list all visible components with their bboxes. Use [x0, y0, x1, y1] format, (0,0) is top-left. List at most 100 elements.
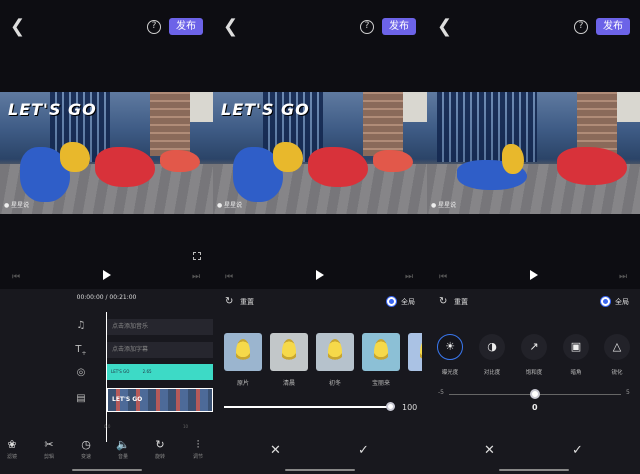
reset-icon[interactable]: ↻ — [225, 296, 233, 308]
global-label[interactable]: 全局 — [615, 297, 629, 307]
red-dragon — [557, 147, 627, 185]
reset-icon[interactable]: ↻ — [439, 296, 447, 308]
play-icon[interactable] — [103, 270, 111, 280]
subtitle-track[interactable]: 点击添加字幕 — [107, 342, 213, 358]
toolbar-adjust[interactable]: ⫶ 调节 — [183, 438, 213, 460]
filter-screen: ❮ ? 发布 LET'S GO ● 星星说 ⏮ ⏭ ↻ 重置 全局 原片 清晨 — [213, 0, 427, 474]
clip-add-icon[interactable]: ▤ — [74, 393, 88, 404]
sticker-icon[interactable]: ◎ — [74, 367, 88, 378]
saturation-icon: ↗ — [521, 334, 547, 360]
filter-item-polaroid[interactable]: 宝丽来 — [362, 333, 400, 387]
filter-item-early-winter[interactable]: 初冬 — [316, 333, 354, 387]
contrast-icon: ◑ — [479, 334, 505, 360]
skip-forward-icon[interactable]: ⏭ — [405, 272, 413, 282]
global-radio[interactable] — [601, 297, 610, 306]
skip-forward-icon[interactable]: ⏭ — [192, 272, 200, 282]
filter-label: 宝丽来 — [371, 380, 390, 387]
home-indicator — [71, 469, 142, 471]
video-watermark: ● 星星说 — [431, 202, 457, 209]
video-preview[interactable]: ● 星星说 — [427, 92, 640, 214]
video-clip-strip[interactable]: LET'S GO — [107, 388, 213, 412]
adjust-label: 曝光度 — [441, 370, 459, 376]
yellow-dragon — [502, 144, 524, 174]
toolbar-filter[interactable]: ❀ 滤镜 — [0, 438, 27, 460]
back-icon[interactable]: ❮ — [437, 17, 453, 37]
cancel-icon[interactable]: ✕ — [270, 444, 281, 458]
ruler-start: 0.0 — [104, 424, 111, 429]
adjust-header-row: ↻ 重置 全局 — [427, 296, 640, 310]
play-icon[interactable] — [530, 270, 538, 280]
toolbar-rotate[interactable]: ↻ 旋转 — [145, 438, 175, 460]
filter-thumbnail — [408, 333, 422, 371]
reset-label[interactable]: 重置 — [240, 297, 254, 307]
selected-text-track[interactable]: LET'S GO 2.65 — [107, 364, 213, 380]
toolbar-volume-label: 音量 — [117, 454, 128, 460]
play-icon[interactable] — [316, 270, 324, 280]
adjust-slider-knob[interactable] — [530, 389, 540, 399]
adjust-sharpen[interactable]: △ 锐化 — [602, 334, 632, 376]
sharpen-icon: △ — [604, 334, 630, 360]
adjust-label: 饱和度 — [525, 370, 543, 376]
yellow-dragon — [60, 142, 90, 172]
video-watermark: ● 星星说 — [4, 202, 30, 209]
global-radio[interactable] — [387, 297, 396, 306]
filter-label: 原片 — [236, 380, 249, 387]
video-overlay-text: LET'S GO — [221, 100, 310, 119]
back-icon[interactable]: ❮ — [10, 17, 26, 37]
publish-button[interactable]: 发布 — [169, 18, 203, 35]
selected-track-duration: 2.65 — [142, 369, 152, 374]
confirm-row: ✕ ✓ — [427, 444, 640, 458]
intensity-slider-knob[interactable] — [386, 402, 395, 411]
music-icon[interactable]: ♫ — [74, 320, 88, 331]
global-label[interactable]: 全局 — [401, 297, 415, 307]
publish-button[interactable]: 发布 — [382, 18, 416, 35]
timecode: 00:00:00 / 00:21:00 — [76, 294, 137, 301]
filter-thumbnail — [362, 333, 400, 371]
help-icon[interactable]: ? — [360, 20, 374, 34]
exposure-icon: ☀ — [437, 334, 463, 360]
video-overlay-text: LET'S GO — [8, 100, 97, 119]
text-icon[interactable]: T+ — [74, 344, 88, 357]
filter-thumbnail — [316, 333, 354, 371]
cancel-icon[interactable]: ✕ — [484, 444, 495, 458]
skip-back-icon[interactable]: ⏮ — [225, 272, 233, 282]
music-track[interactable]: 点击添加音乐 — [107, 319, 213, 335]
pink-dragon — [373, 150, 413, 172]
adjust-label: 暗角 — [570, 370, 582, 376]
publish-button[interactable]: 发布 — [596, 18, 630, 35]
skip-back-icon[interactable]: ⏮ — [12, 272, 20, 282]
adjust-vignette[interactable]: ▣ 暗角 — [561, 334, 591, 376]
scissors-icon: ✂ — [44, 438, 54, 451]
toolbar-cut-label: 剪辑 — [43, 454, 54, 460]
toolbar-cut[interactable]: ✂ 剪辑 — [34, 438, 64, 460]
fullscreen-icon[interactable] — [193, 252, 201, 260]
toolbar-volume[interactable]: 🔈 音量 — [108, 438, 138, 460]
help-icon[interactable]: ? — [147, 20, 161, 34]
help-icon[interactable]: ? — [574, 20, 588, 34]
video-preview[interactable]: LET'S GO ● 星星说 — [213, 92, 427, 214]
confirm-icon[interactable]: ✓ — [572, 444, 583, 458]
filter-header-row: ↻ 重置 全局 — [213, 296, 427, 310]
adjust-exposure[interactable]: ☀ 曝光度 — [435, 334, 465, 376]
video-preview[interactable]: LET'S GO ● 星星说 — [0, 92, 213, 214]
filter-item-morning[interactable]: 清晨 — [270, 333, 308, 387]
toolbar-speed[interactable]: ◷ 变速 — [71, 438, 101, 460]
adjust-contrast[interactable]: ◑ 对比度 — [477, 334, 507, 376]
selected-track-title: LET'S GO — [111, 369, 130, 374]
filter-item-original[interactable]: 原片 — [224, 333, 262, 387]
intensity-slider-track[interactable] — [224, 406, 391, 408]
adjust-value: 0 — [532, 403, 538, 412]
adjust-saturation[interactable]: ↗ 饱和度 — [519, 334, 549, 376]
adjust-label: 锐化 — [611, 370, 623, 376]
filter-item-partial[interactable] — [408, 333, 422, 371]
skip-back-icon[interactable]: ⏮ — [439, 272, 447, 282]
brick-building — [363, 92, 403, 156]
reset-label[interactable]: 重置 — [454, 297, 468, 307]
toolbar-rotate-label: 旋转 — [154, 454, 165, 460]
toolbar-filter-label: 滤镜 — [6, 454, 17, 460]
adjust-screen: ❮ ? 发布 ● 星星说 ⏮ ⏭ ↻ 重置 全局 ☀ 曝光度 ◑ 对比度 ↗ 饱… — [427, 0, 640, 474]
skip-forward-icon[interactable]: ⏭ — [619, 272, 627, 282]
confirm-icon[interactable]: ✓ — [358, 444, 369, 458]
speed-icon: ◷ — [81, 438, 91, 451]
back-icon[interactable]: ❮ — [223, 17, 239, 37]
